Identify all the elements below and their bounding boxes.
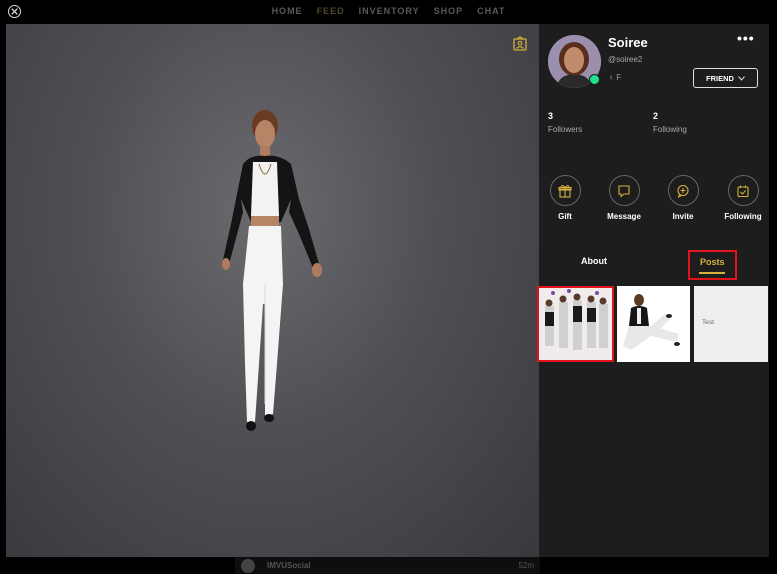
- avatar-figure: [222, 110, 322, 431]
- friend-button[interactable]: FRIEND: [693, 68, 758, 88]
- nav-home[interactable]: HOME: [272, 6, 303, 16]
- nav-inventory[interactable]: INVENTORY: [359, 6, 420, 16]
- tab-posts-label: Posts: [700, 257, 725, 267]
- feed-preview-bar[interactable]: IMVUSocial 52m: [235, 557, 540, 574]
- nav-feed[interactable]: FEED: [317, 6, 345, 16]
- more-options-button[interactable]: •••: [737, 30, 755, 46]
- followers-count[interactable]: 3: [548, 111, 553, 121]
- feed-timestamp: 52m: [518, 561, 534, 570]
- chevron-down-icon: [738, 75, 745, 81]
- followers-label[interactable]: Followers: [548, 125, 582, 134]
- speech-bubble-icon: [618, 184, 630, 198]
- avatar-viewport[interactable]: [6, 24, 539, 557]
- nav-chat[interactable]: CHAT: [477, 6, 505, 16]
- picture-frame-icon[interactable]: [512, 36, 528, 52]
- posts-grid: Test: [537, 286, 769, 366]
- gift-button[interactable]: Gift: [541, 175, 589, 221]
- profile-handle: @soiree2: [608, 55, 643, 64]
- post-image: [539, 288, 612, 360]
- plus-bubble-icon: [677, 184, 689, 198]
- tab-about[interactable]: About: [581, 256, 607, 266]
- gift-icon: [558, 184, 572, 198]
- tab-posts[interactable]: Posts: [688, 250, 737, 280]
- calendar-check-icon: [737, 185, 749, 197]
- following-button[interactable]: Following: [719, 175, 767, 221]
- nav-shop[interactable]: SHOP: [434, 6, 464, 16]
- top-navigation: HOME FEED INVENTORY SHOP CHAT: [0, 0, 777, 22]
- message-button[interactable]: Message: [600, 175, 648, 221]
- post-caption: Test: [702, 319, 714, 326]
- following-label[interactable]: Following: [653, 125, 687, 134]
- post-image: [617, 286, 690, 362]
- profile-name: Soiree: [608, 35, 648, 50]
- profile-panel: Soiree @soiree2 ♀ F ••• FRIEND 3 Followe…: [537, 24, 769, 557]
- invite-button[interactable]: Invite: [659, 175, 707, 221]
- feed-author: IMVUSocial: [267, 561, 311, 570]
- feed-avatar: [241, 559, 255, 573]
- tab-active-underline: [699, 272, 725, 274]
- post-thumbnail[interactable]: Test: [694, 286, 768, 362]
- post-thumbnail[interactable]: [617, 286, 690, 362]
- post-thumbnail[interactable]: [537, 286, 614, 362]
- following-count[interactable]: 2: [653, 111, 658, 121]
- female-icon: ♀: [608, 73, 614, 82]
- profile-gender: ♀ F: [608, 73, 622, 82]
- online-status-dot: [589, 74, 600, 85]
